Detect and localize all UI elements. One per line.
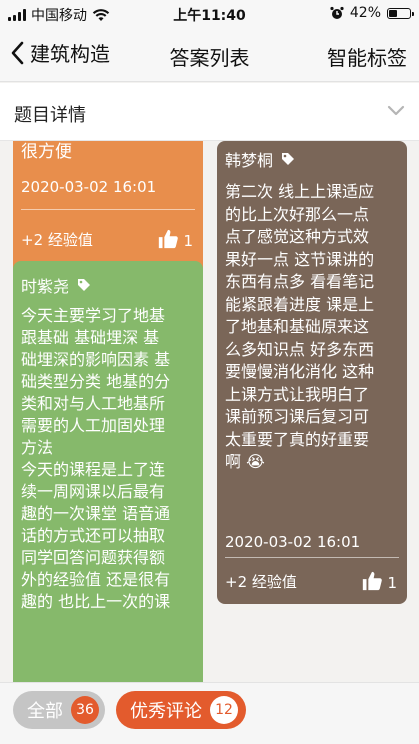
thumbs-up-icon [159,229,179,249]
like-button[interactable]: 1 [157,228,193,250]
filter-bar: 全部 36 优秀评论 12 [0,682,419,744]
body-line: 东西有点多 看看笔记 [225,272,375,291]
tag-icon [78,279,91,291]
answer-body: 今天主要学习了地基 跟基础 基础埋深 基 础埋深的影响因素 基 础类型分类 地基… [21,305,201,613]
body-line: 类和对与人工地基所 [21,394,166,413]
author-name: 时紫尧 [21,277,70,296]
answer-list[interactable]: 很方便 2020-03-02 16:01 +2 经验值 1 时紫尧 今天主要学习… [0,141,419,682]
nav-bar: 建筑构造 答案列表 智能标签 [0,28,419,82]
body-line: 方法 [21,438,54,457]
body-line: 续一周网课以后最有 [21,482,166,501]
back-button[interactable]: 建筑构造 [10,38,110,67]
back-label: 建筑构造 [30,42,110,66]
like-count: 1 [183,232,193,250]
answer-footer: +2 经验值 1 [21,219,193,259]
question-detail-toggle[interactable]: 题目详情 [0,83,419,141]
filter-excellent-count: 12 [210,696,238,724]
body-line: 外的经验值 还是很有 [21,570,171,589]
filter-excellent-label: 优秀评论 [130,701,202,722]
answer-time: 2020-03-02 16:01 [21,178,157,196]
answer-author: 时紫尧 [21,273,91,297]
alarm-icon [330,6,344,19]
question-detail-label: 题目详情 [14,105,86,126]
body-line: 能紧跟着进度 课是上 [225,294,375,314]
answer-body: 很方便 [21,142,72,162]
filter-all-label: 全部 [27,701,63,722]
body-line: 太重要了真的好重要 [225,429,370,449]
body-line: 么多知识点 好多东西 [225,339,375,359]
exp-label: +2 经验值 [225,572,297,591]
body-line: 同学回答问题获得额 [21,548,166,567]
body-line: 点了感觉这种方式效 [225,227,370,246]
body-line: 需要的人工加固处理 [21,416,166,435]
body-line: 啊 😭 [225,452,265,471]
answer-footer: +2 经验值 1 [225,561,397,601]
divider [21,209,195,210]
filter-all-count: 36 [71,696,99,724]
chevron-down-icon [387,105,405,116]
answer-time: 2020-03-02 16:01 [225,533,361,551]
answer-card[interactable]: 时紫尧 今天主要学习了地基 跟基础 基础埋深 基 础埋深的影响因素 基 础类型分… [13,261,203,682]
answer-author: 韩梦桐 [225,147,295,171]
body-line: 今天主要学习了地基 [21,306,166,325]
body-line: 课前预习课后复习可 [225,407,370,426]
body-line: 础类型分类 地基的分 [21,372,171,391]
smart-tags-button[interactable]: 智能标签 [327,42,407,71]
chevron-left-icon [11,41,24,64]
answer-body: 第二次 线上上课适应 的比上次好那么一点 点了感觉这种方式效 果好一点 这节课讲… [225,181,405,474]
body-line: 要慢慢消化消化 这种 [225,362,375,381]
tag-icon [282,153,295,165]
filter-all-button[interactable]: 全部 36 [13,691,105,729]
exp-label: +2 经验值 [21,230,93,249]
body-line: 跟基础 基础埋深 基 [21,328,160,347]
status-right: 42% [330,5,414,21]
body-line: 趣的一次课堂 语音通 [21,504,171,523]
battery-percent: 42% [349,5,381,21]
body-line: 趣的 也比上一次的课 [21,592,171,611]
body-line: 础埋深的影响因素 基 [21,350,171,369]
author-name: 韩梦桐 [225,151,274,170]
divider [225,557,399,558]
like-count: 1 [387,574,397,592]
answer-card[interactable]: 韩梦桐 第二次 线上上课适应 的比上次好那么一点 点了感觉这种方式效 果好一点 … [217,141,407,604]
battery-icon [387,7,414,19]
body-line: 话的方式还可以抽取 [21,526,166,545]
like-button[interactable]: 1 [361,570,397,592]
body-line: 果好一点 这节课讲的 [225,249,375,269]
thumbs-up-icon [363,571,383,591]
body-line: 了地基和基础原来这 [225,317,370,336]
body-line: 第二次 线上上课适应 [225,182,375,201]
body-line: 上课方式让我明白了 [225,384,370,404]
status-bar: 中国移动 上午11:40 42% [0,0,419,28]
body-line: 今天的课程是上了连 [21,460,166,479]
body-line: 的比上次好那么一点 [225,204,370,224]
filter-excellent-button[interactable]: 优秀评论 12 [116,691,246,729]
